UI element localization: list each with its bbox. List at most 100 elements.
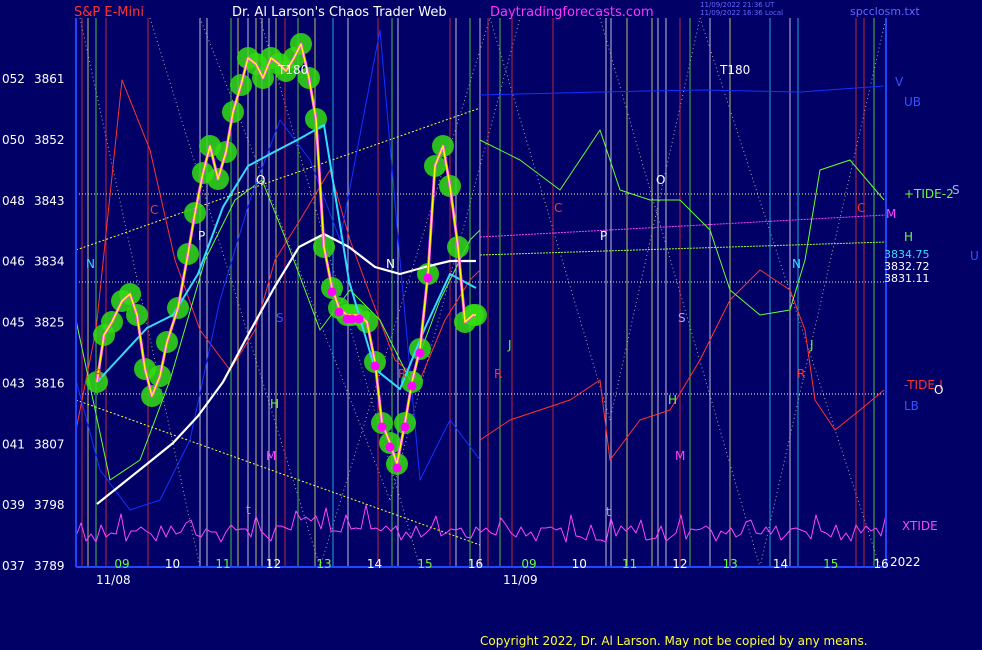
upper-band-line <box>479 85 885 96</box>
price-annotation-2: 3831.11 <box>884 272 930 285</box>
price-dot-41 <box>407 381 417 391</box>
marker-letter-9: t <box>246 503 251 517</box>
right-label-5: H <box>904 230 913 244</box>
diagonal-guide-5 <box>199 17 391 501</box>
vertical-time-lines <box>81 18 875 567</box>
marker-letter-4: S <box>276 311 284 325</box>
right-label-1: UB <box>904 95 921 109</box>
marker-letter-6: R <box>94 367 102 381</box>
price-dot-39 <box>392 463 402 473</box>
marker-letter-24: R <box>797 367 805 381</box>
y-tick-short-3: 046 <box>2 255 25 269</box>
y-tick-price-2: 3843 <box>34 194 65 208</box>
marker-letter-18: M <box>675 449 685 463</box>
price-dot-43 <box>423 273 433 283</box>
marker-letter-22: C <box>857 201 865 215</box>
x-tick-hour-9: 10 <box>572 557 587 571</box>
x-tick-hour-7: 16 <box>468 557 483 571</box>
marker-letter-11: N <box>386 257 395 271</box>
y-tick-short-6: 041 <box>2 437 25 451</box>
h-line <box>479 241 887 256</box>
price-dot-42 <box>415 348 425 358</box>
marker-letter-10: T180 <box>277 63 308 77</box>
marker-letter-5: J <box>507 338 512 352</box>
price-dot-38 <box>385 442 395 452</box>
price-dot-40 <box>400 422 410 432</box>
price-dot-30 <box>327 287 337 297</box>
right-label-3: S <box>952 183 960 197</box>
marker-letter-2: P <box>198 229 205 243</box>
x-date-label-1: 11/09 <box>503 573 538 587</box>
copyright-notice: Copyright 2022, Dr. Al Larson. May not b… <box>480 634 868 648</box>
price-dot-36 <box>370 361 380 371</box>
marker-letter-3: O <box>256 173 265 187</box>
price-glow <box>86 33 487 475</box>
right-label-6: U <box>970 249 979 263</box>
timestamp-1: 11/09/2022 21:36 UT <box>700 1 775 9</box>
marker-letter-0: N <box>86 257 95 271</box>
x-date-label-0: 11/08 <box>96 573 131 587</box>
x-tick-hour-1: 10 <box>165 557 180 571</box>
y-tick-price-4: 3825 <box>34 316 65 330</box>
diagonal-guide-1 <box>319 17 491 568</box>
x-tick-hour-8: 09 <box>521 557 536 571</box>
marker-letter-23: J <box>809 338 814 352</box>
diagonal-guide-3 <box>609 17 701 421</box>
x-tick-hour-10: 11 <box>622 557 637 571</box>
x-tick-hour-3: 12 <box>266 557 281 571</box>
chart-labels: 052 3861 050 3852 048 3843 046 3834 045 3825 043 38… <box>2 63 979 587</box>
price-dot-31 <box>334 307 344 317</box>
x-tick-hour-14: 15 <box>823 557 838 571</box>
x-tick-hour-4: 13 <box>316 557 331 571</box>
right-label-8: O <box>934 383 943 397</box>
y-tick-price-0: 3861 <box>34 72 65 86</box>
x-tick-hour-6: 15 <box>417 557 432 571</box>
x-tick-hour-0: 09 <box>114 557 129 571</box>
x-tick-hour-5: 14 <box>367 557 382 571</box>
x-tick-hour-13: 14 <box>773 557 788 571</box>
upper-trend-line <box>75 107 481 251</box>
diagonal-guide-8 <box>759 17 887 568</box>
price-dot-34 <box>354 314 364 324</box>
m-line <box>479 214 887 238</box>
marker-letter-15: S <box>678 311 686 325</box>
x-tick-hour-2: 11 <box>215 557 230 571</box>
x-tick-hour-15: 16 <box>873 557 888 571</box>
marker-letter-8: M <box>266 449 276 463</box>
diagonal-guide-2 <box>489 17 611 421</box>
site-url[interactable]: Daytradingforecasts.com <box>490 5 654 20</box>
y-tick-price-8: 3789 <box>34 559 65 573</box>
price-dot-37 <box>377 422 387 432</box>
y-tick-short-1: 050 <box>2 133 25 147</box>
xtide-oscillator <box>75 504 887 543</box>
marker-letter-16: R <box>494 367 502 381</box>
chaos-trader-chart: 052 3861 050 3852 048 3843 046 3834 045 3825 043 38… <box>2 17 979 587</box>
axes <box>75 18 887 568</box>
y-tick-price-3: 3834 <box>34 255 65 269</box>
marker-letter-25: R <box>398 367 406 381</box>
y-tick-short-2: 048 <box>2 194 25 208</box>
marker-letter-20: T180 <box>719 63 750 77</box>
marker-letter-7: H <box>270 397 279 411</box>
file-name: spcclosm.txt <box>850 5 920 18</box>
right-label-2: +TIDE-2 <box>904 187 954 201</box>
marker-letter-14: O <box>656 173 665 187</box>
y-tick-short-8: 037 <box>2 559 25 573</box>
right-label-10: XTIDE <box>902 519 938 533</box>
right-label-0: V <box>895 75 904 89</box>
y-tick-price-1: 3852 <box>34 133 65 147</box>
marker-letter-21: N <box>792 257 801 271</box>
right-label-4: M <box>886 207 896 221</box>
x-year-label: 2022 <box>890 555 921 569</box>
y-tick-price-7: 3798 <box>34 498 65 512</box>
right-label-9: LB <box>904 399 919 413</box>
x-tick-hour-11: 12 <box>672 557 687 571</box>
y-tick-short-0: 052 <box>2 72 25 86</box>
timestamp-2: 11/09/2022 16:36 Local <box>700 9 784 17</box>
marker-letter-13: P <box>600 229 607 243</box>
green-curve-day2 <box>479 129 885 316</box>
y-tick-short-7: 039 <box>2 498 25 512</box>
symbol-title: S&P E-Mini <box>74 5 144 20</box>
dotted-guide-lines <box>75 17 887 568</box>
site-title: Dr. Al Larson's Chaos Trader Web <box>232 5 447 20</box>
